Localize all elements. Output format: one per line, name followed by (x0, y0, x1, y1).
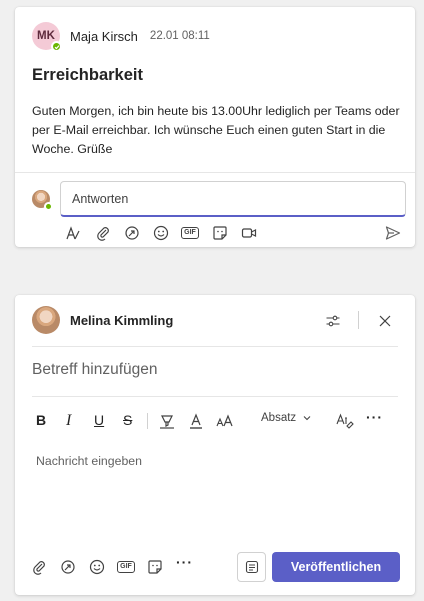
more-options-button[interactable]: ··· (366, 409, 383, 425)
emoji-icon[interactable] (151, 223, 171, 243)
announcement-icon (245, 560, 258, 574)
format-separator (147, 413, 148, 429)
post-card: MK Maja Kirsch 22.01 08:11 Erreichbarkei… (15, 7, 415, 247)
format-icon[interactable] (63, 223, 83, 243)
more-apps-button[interactable]: ··· (176, 554, 193, 570)
message-input[interactable]: Nachricht eingeben (36, 454, 142, 468)
chevron-down-icon (303, 416, 311, 421)
gif-label: GIF (181, 227, 199, 239)
clear-formatting-icon[interactable] (335, 411, 355, 431)
reply-input[interactable]: Antworten (60, 181, 406, 217)
underline-button[interactable]: U (94, 412, 104, 428)
video-icon[interactable] (239, 223, 259, 243)
author-initials: MK (37, 30, 55, 42)
sticker-icon[interactable] (145, 557, 165, 577)
reply-placeholder: Antworten (72, 191, 129, 206)
italic-button[interactable]: I (66, 412, 71, 430)
current-user-avatar (32, 190, 53, 211)
compose-header: Melina Kimmling (32, 306, 173, 334)
highlight-icon[interactable] (157, 411, 177, 431)
close-icon[interactable] (375, 311, 395, 331)
presence-available-icon (51, 41, 62, 52)
header-separator (358, 311, 359, 329)
loop-icon[interactable] (122, 223, 142, 243)
font-color-icon[interactable] (186, 411, 206, 431)
subject-divider (32, 396, 398, 397)
author-avatar[interactable]: MK (32, 22, 62, 52)
settings-sliders-icon[interactable] (323, 311, 343, 331)
emoji-icon[interactable] (87, 557, 107, 577)
attach-icon[interactable] (29, 557, 49, 577)
compose-author-name: Melina Kimmling (70, 312, 174, 328)
font-size-icon[interactable] (215, 411, 235, 431)
loop-icon[interactable] (58, 557, 78, 577)
post-subject: Erreichbarkeit (32, 66, 143, 84)
compose-author-avatar (32, 306, 60, 334)
header-divider (32, 346, 398, 347)
gif-label: GIF (117, 561, 135, 573)
gif-icon[interactable]: GIF (180, 223, 200, 243)
post-header: MK Maja Kirsch 22.01 08:11 (32, 22, 210, 52)
strikethrough-button[interactable]: S (123, 412, 132, 428)
post-body: Guten Morgen, ich bin heute bis 13.00Uhr… (32, 104, 400, 156)
post-timestamp: 22.01 08:11 (149, 30, 210, 42)
paragraph-label: Absatz (261, 412, 297, 424)
presence-available-icon (44, 202, 53, 211)
post-type-button[interactable] (237, 552, 266, 582)
attach-icon[interactable] (93, 223, 113, 243)
author-name[interactable]: Maja Kirsch (70, 29, 138, 44)
bold-button[interactable]: B (36, 412, 46, 428)
compose-card: Melina Kimmling Betreff hinzufügen B I U… (15, 295, 415, 595)
subject-input[interactable]: Betreff hinzufügen (32, 361, 158, 379)
paragraph-dropdown[interactable]: Absatz (261, 412, 312, 424)
gif-icon[interactable]: GIF (116, 557, 136, 577)
post-divider (15, 172, 415, 173)
sticker-icon[interactable] (210, 223, 230, 243)
publish-button[interactable]: Veröffentlichen (272, 552, 400, 582)
send-icon[interactable] (383, 223, 403, 243)
